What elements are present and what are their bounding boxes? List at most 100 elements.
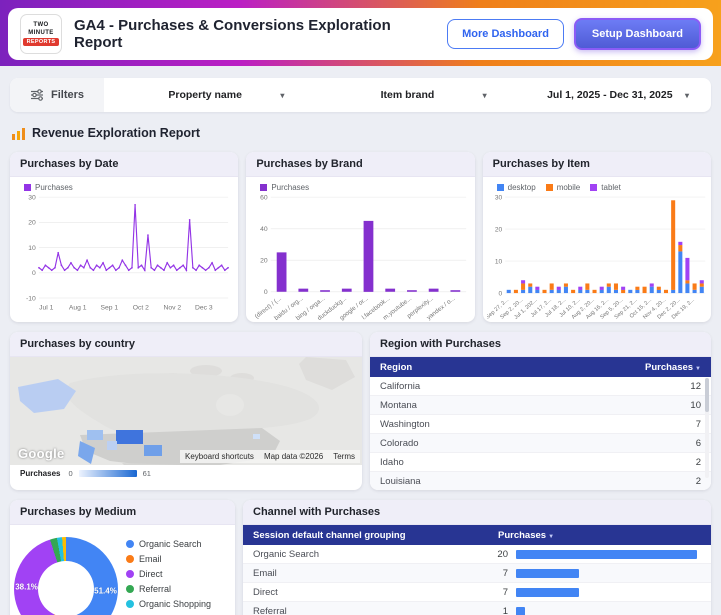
chevron-down-icon: ▾ [482, 90, 487, 100]
legend-label: Referral [139, 584, 172, 594]
table-row[interactable]: Washington 7 [370, 415, 711, 434]
table-row[interactable]: Referral 1 [243, 602, 711, 615]
purchases-value-cell: 7 [502, 586, 508, 598]
purchases-by-date-card: Purchases by Date Purchases 30 20 10 0 -10 Jul… [10, 152, 239, 322]
legend-label: Email [139, 554, 162, 564]
header-actions: More Dashboard Setup Dashboard [447, 18, 701, 50]
svg-text:Nov 2: Nov 2 [163, 304, 181, 311]
legend-swatch [126, 570, 134, 578]
sort-desc-icon: ▼ [548, 533, 555, 540]
purchases-bar[interactable] [516, 549, 697, 559]
legend-swatch [126, 555, 134, 563]
svg-text:0: 0 [264, 289, 268, 296]
donut-chart[interactable] [14, 537, 118, 615]
logo-badge: REPORTS [22, 37, 60, 46]
map-row: Purchases by country Google Keyboard sho… [10, 332, 711, 490]
svg-text:Jul 1: Jul 1 [39, 304, 54, 311]
table-row[interactable]: Organic Search 20 [243, 545, 711, 564]
region-name-cell: Louisiana [380, 475, 421, 487]
legend-swatch [126, 540, 134, 548]
page-title: GA4 - Purchases & Conversions Exploratio… [74, 17, 391, 51]
scrollbar-thumb[interactable] [705, 378, 709, 412]
filter-value: Property name [168, 89, 242, 101]
date-range-filter[interactable]: Jul 1, 2025 - Dec 31, 2025 ▾ [509, 78, 711, 112]
item-brand-filter[interactable]: Item brand ▾ [306, 78, 508, 112]
table-row[interactable]: Louisiana 2 [370, 472, 711, 490]
purchases-by-medium-card: Purchases by Medium 51.4% 38.1% Organic S… [10, 500, 235, 615]
column-header-region[interactable]: Region [380, 362, 412, 373]
legend-max: 61 [142, 469, 151, 478]
card-title: Region with Purchases [370, 332, 711, 357]
filter-value: Jul 1, 2025 - Dec 31, 2025 [547, 89, 673, 101]
svg-text:Dec 3: Dec 3 [195, 304, 213, 311]
table-row[interactable]: Idaho 2 [370, 453, 711, 472]
chevron-down-icon: ▾ [684, 90, 689, 100]
channel-name-cell: Email [253, 567, 277, 579]
setup-dashboard-button[interactable]: Setup Dashboard [573, 18, 701, 50]
svg-text:20: 20 [495, 226, 503, 233]
purchases-bar[interactable] [516, 568, 580, 578]
svg-text:60: 60 [260, 194, 268, 201]
table-row[interactable]: Direct 7 [243, 583, 711, 602]
card-title: Purchases by Date [10, 152, 239, 177]
terms-link[interactable]: Terms [333, 452, 355, 461]
region-name-cell: Montana [380, 399, 417, 411]
legend-item: Referral [126, 584, 211, 594]
section-title: Revenue Exploration Report [32, 126, 201, 140]
purchases-by-medium-donut[interactable]: 51.4% 38.1% [12, 533, 122, 615]
svg-text:40: 40 [260, 226, 268, 233]
column-header-purchases[interactable]: Purchases ▼ [498, 530, 701, 541]
chart-legend: Purchases [250, 179, 470, 192]
more-dashboard-button[interactable]: More Dashboard [447, 19, 564, 49]
donut-hole [38, 561, 94, 615]
legend-label: Direct [139, 569, 163, 579]
purchases-value-cell: 12 [690, 380, 701, 392]
filters-toggle[interactable]: Filters [10, 78, 104, 112]
card-title: Purchases by Item [482, 152, 711, 177]
purchases-bar[interactable] [516, 606, 526, 615]
bar-track [516, 568, 693, 578]
column-header-channel[interactable]: Session default channel grouping [253, 530, 498, 541]
slice-percent-label: 38.1% [15, 582, 38, 592]
channel-name-cell: Direct [253, 586, 278, 598]
purchases-by-item-chart[interactable]: desktop mobile tablet 30 20 10 0 Sep 27, 2... Se… [483, 177, 711, 321]
bar-chart-icon [12, 127, 25, 140]
legend-label: Purchases [35, 183, 73, 192]
legend-item: Direct [126, 569, 211, 579]
region-name-cell: Colorado [380, 437, 419, 449]
table-row[interactable]: Email 7 [243, 564, 711, 583]
region-with-purchases-card: Region with Purchases Region Purchases ▼ … [370, 332, 711, 490]
purchases-bar[interactable] [516, 587, 580, 597]
legend-swatch [126, 600, 134, 608]
purchases-value-cell: 2 [695, 475, 701, 487]
geo-map[interactable]: Google Keyboard shortcuts Map data ©2026… [10, 357, 362, 465]
table-row[interactable]: Montana 10 [370, 396, 711, 415]
legend-label: Organic Shopping [139, 599, 212, 609]
table-row[interactable]: Colorado 6 [370, 434, 711, 453]
bar-track [516, 549, 697, 559]
legend-label: Purchases [20, 469, 61, 478]
chevron-down-icon: ▾ [280, 90, 285, 100]
card-title: Channel with Purchases [243, 500, 711, 525]
two-minute-reports-logo: TWO MINUTE REPORTS [20, 14, 62, 54]
purchases-value-cell: 6 [695, 437, 701, 449]
dashboard-page: TWO MINUTE REPORTS GA4 - Purchases & Con… [0, 0, 721, 615]
svg-text:20: 20 [260, 258, 268, 265]
table-scrollbar[interactable] [705, 378, 709, 478]
column-header-purchases[interactable]: Purchases ▼ [645, 362, 701, 373]
keyboard-shortcuts-link[interactable]: Keyboard shortcuts [185, 452, 254, 461]
table-row[interactable]: California 12 [370, 377, 711, 396]
svg-text:-10: -10 [26, 295, 36, 302]
filter-value: Item brand [380, 89, 435, 101]
legend-label: desktop [507, 183, 536, 192]
svg-text:30: 30 [28, 194, 36, 201]
svg-text:0: 0 [32, 270, 36, 277]
purchases-by-brand-card: Purchases by Brand Purchases 60 40 20 0 (dire… [246, 152, 475, 322]
property-name-filter[interactable]: Property name ▾ [104, 78, 306, 112]
purchases-by-date-chart[interactable]: Purchases 30 20 10 0 -10 Jul 1 Aug 1 Sep 1 Oct 2 N… [10, 177, 238, 313]
map-data-label: Map data ©2026 [263, 452, 324, 461]
purchases-by-country-card: Purchases by country Google Keyboard sho… [10, 332, 362, 490]
bar-track [516, 606, 693, 615]
purchases-by-brand-chart[interactable]: Purchases 60 40 20 0 (direct) / (... baidu / o… [246, 177, 474, 322]
bottom-row: Purchases by Medium 51.4% 38.1% Organic S… [10, 500, 711, 615]
